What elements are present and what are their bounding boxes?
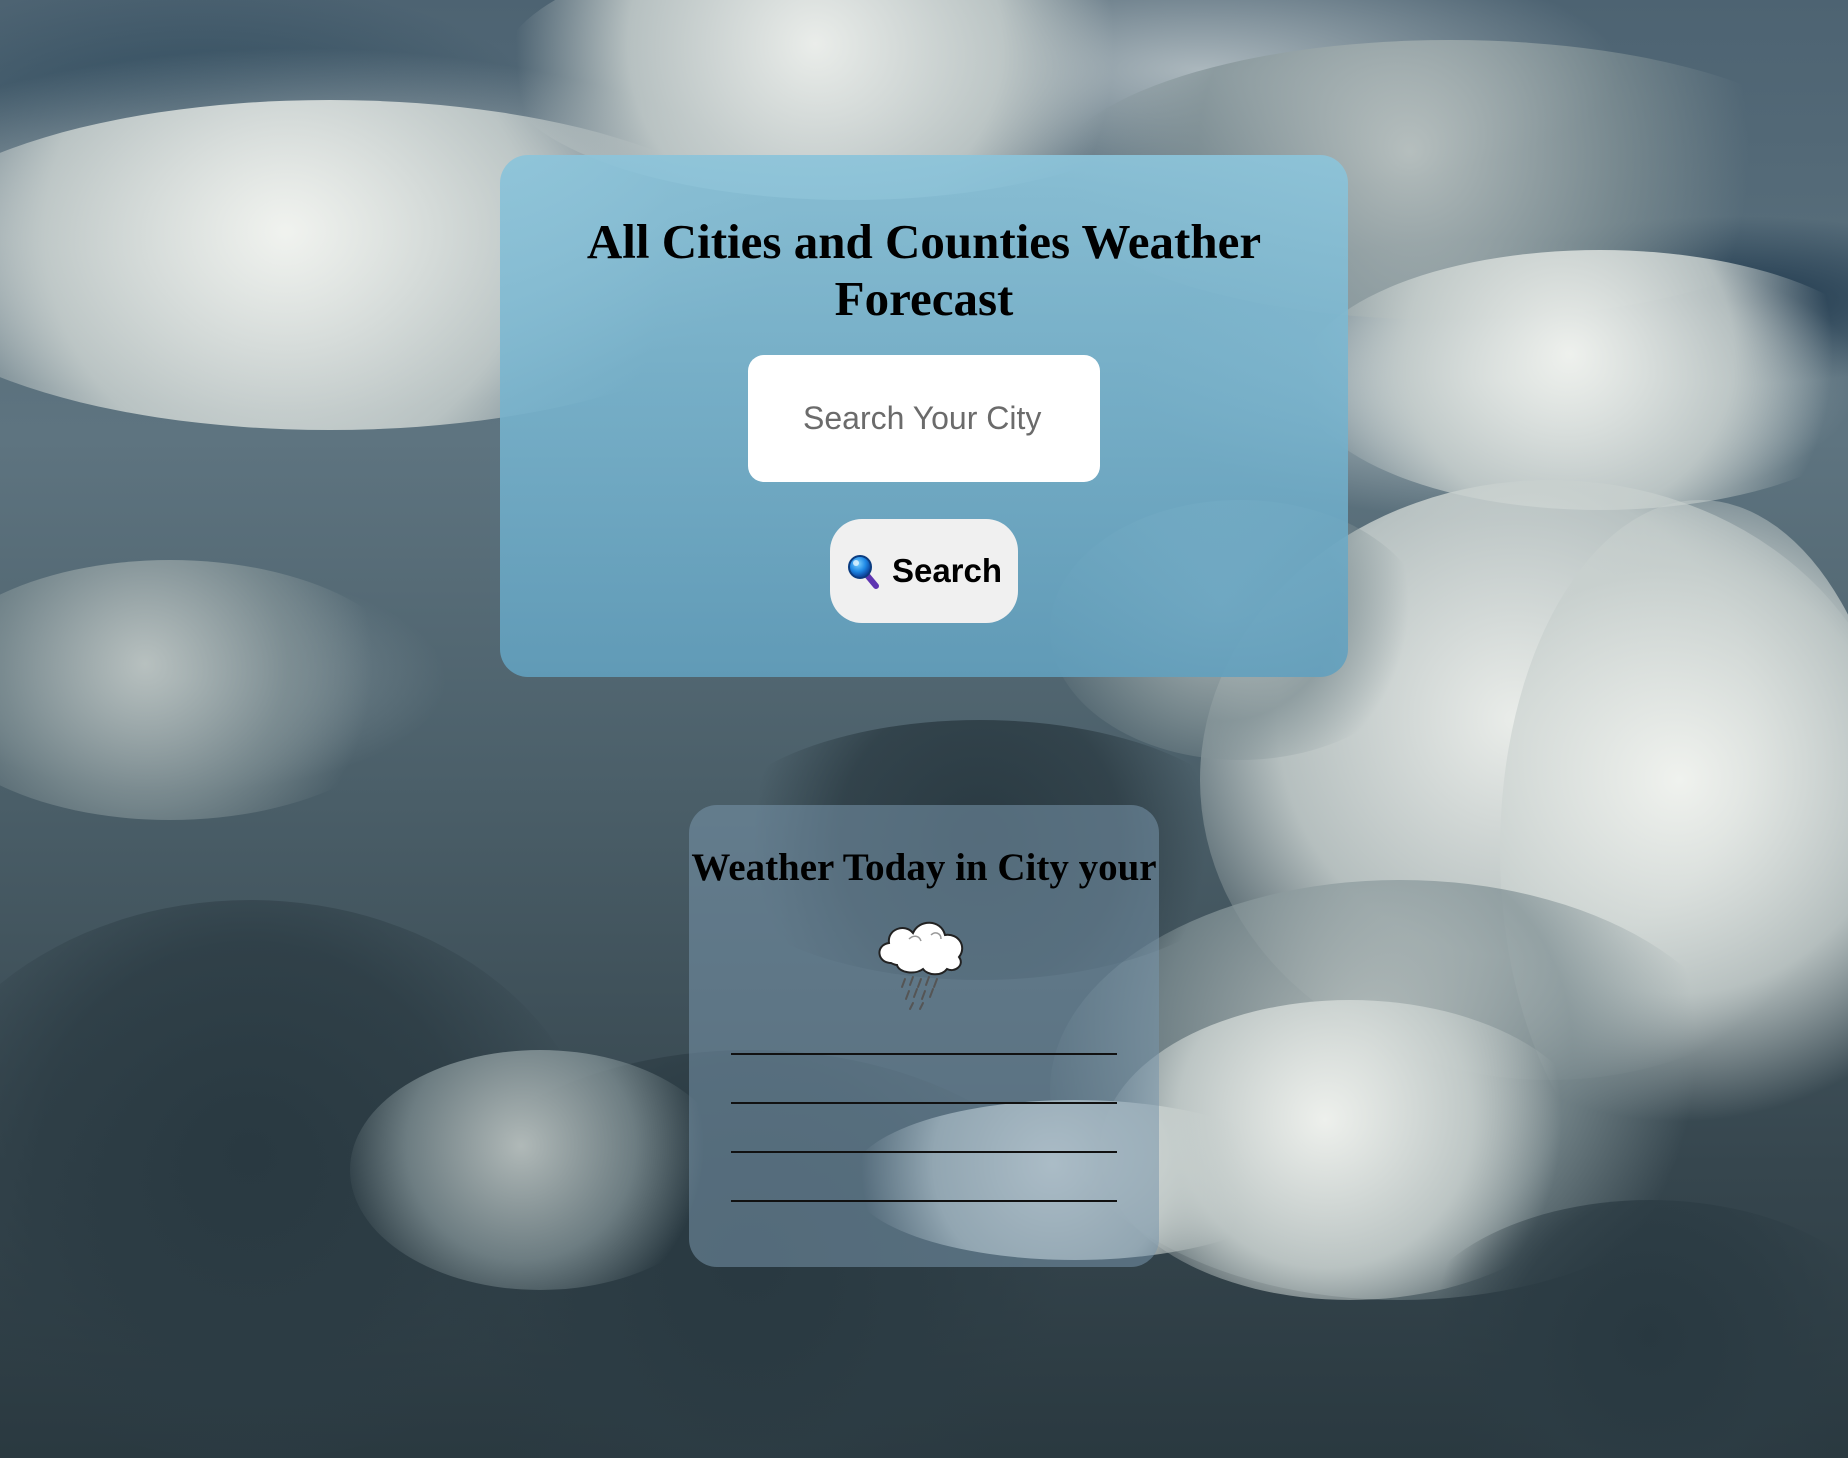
weather-detail-line: [731, 1053, 1117, 1055]
weather-detail-line: [731, 1102, 1117, 1104]
weather-result-panel: Weather Today in City your: [689, 805, 1159, 1267]
search-button-label: Search: [891, 552, 1003, 589]
weather-detail-line: [731, 1151, 1117, 1153]
magnifying-glass-icon: [846, 553, 880, 589]
rain-cloud-icon: [869, 905, 979, 1015]
weather-result-title: Weather Today in City your: [691, 846, 1157, 889]
search-button[interactable]: Search: [830, 519, 1018, 623]
page-title: All Cities and Counties Weather Forecast: [586, 214, 1262, 326]
weather-detail-line: [731, 1200, 1117, 1202]
city-search-input[interactable]: [748, 355, 1100, 482]
search-panel: All Cities and Counties Weather Forecast…: [500, 155, 1348, 677]
